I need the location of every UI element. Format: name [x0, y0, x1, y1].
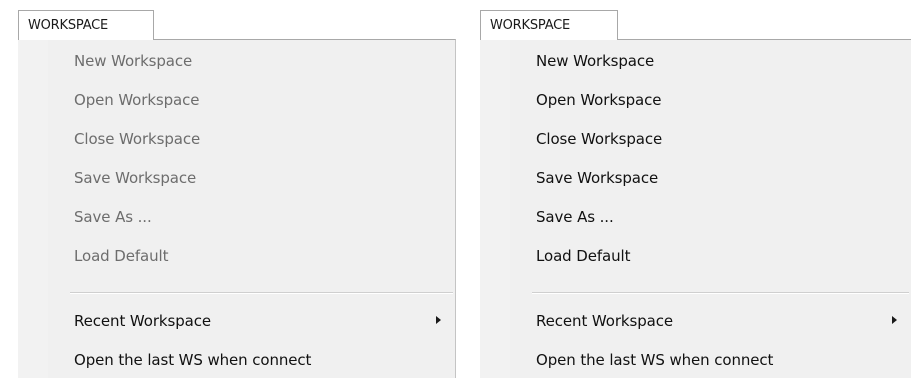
menu-item-close-workspace[interactable]: Close Workspace: [18, 120, 455, 158]
menu-separator: [70, 292, 453, 294]
workspace-menu-body: New Workspace Open Workspace Close Works…: [18, 39, 456, 378]
menu-item-recent-workspace[interactable]: Recent Workspace: [480, 302, 911, 340]
workspace-menu-disabled: WORKSPACE New Workspace Open Workspace C…: [18, 10, 456, 378]
recent-workspace-label: Recent Workspace: [536, 312, 673, 330]
menu-item-recent-workspace[interactable]: Recent Workspace: [18, 302, 455, 340]
menu-item-open-workspace[interactable]: Open Workspace: [480, 81, 911, 119]
menu-item-load-default[interactable]: Load Default: [18, 237, 455, 275]
menu-item-open-last-ws[interactable]: Open the last WS when connect: [18, 341, 455, 379]
menu-item-close-workspace[interactable]: Close Workspace: [480, 120, 911, 158]
chevron-right-icon: [892, 316, 897, 324]
menu-item-open-last-ws[interactable]: Open the last WS when connect: [480, 341, 911, 379]
workspace-menu-body: New Workspace Open Workspace Close Works…: [480, 39, 911, 378]
workspace-menu-enabled: WORKSPACE New Workspace Open Workspace C…: [480, 10, 911, 378]
workspace-tab[interactable]: WORKSPACE: [18, 10, 154, 40]
menu-item-save-workspace[interactable]: Save Workspace: [18, 159, 455, 197]
menu-item-open-workspace[interactable]: Open Workspace: [18, 81, 455, 119]
menu-item-new-workspace[interactable]: New Workspace: [18, 42, 455, 80]
menu-item-load-default[interactable]: Load Default: [480, 237, 911, 275]
menu-item-save-workspace[interactable]: Save Workspace: [480, 159, 911, 197]
menu-separator: [532, 292, 909, 294]
workspace-tab[interactable]: WORKSPACE: [480, 10, 618, 40]
menu-item-save-as[interactable]: Save As ...: [18, 198, 455, 236]
menu-item-save-as[interactable]: Save As ...: [480, 198, 911, 236]
menu-item-new-workspace[interactable]: New Workspace: [480, 42, 911, 80]
recent-workspace-label: Recent Workspace: [74, 312, 211, 330]
chevron-right-icon: [436, 316, 441, 324]
